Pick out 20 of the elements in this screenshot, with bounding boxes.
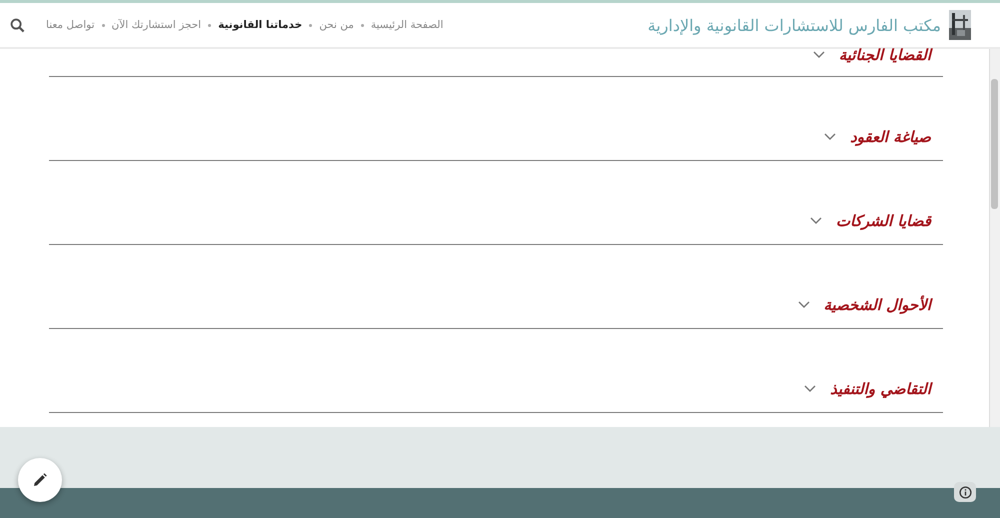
- nav-link[interactable]: خدماتنا القانونية: [218, 19, 302, 31]
- nav-link[interactable]: احجز استشارتك الآن: [112, 19, 202, 31]
- accordion-header[interactable]: قضايا الشركات: [810, 212, 943, 244]
- pencil-icon: [32, 472, 48, 488]
- accordion-header[interactable]: القضايا الجنائية: [812, 46, 943, 76]
- accordion-header[interactable]: الأحوال الشخصية: [798, 296, 943, 328]
- chevron-icon: [810, 217, 822, 225]
- info-button[interactable]: [954, 482, 976, 502]
- chevron-icon: [812, 51, 825, 59]
- nav-link[interactable]: تواصل معنا: [46, 19, 95, 31]
- nav-link[interactable]: الصفحة الرئيسية: [370, 19, 444, 31]
- chevron-icon: [824, 133, 836, 141]
- info-icon: [958, 486, 972, 498]
- scrollbar-thumb[interactable]: [991, 79, 998, 209]
- accordion-header[interactable]: صياغة العقود: [824, 128, 943, 160]
- chevron-icon: [804, 385, 816, 393]
- accordion-header[interactable]: التقاضي والتنفيذ: [804, 380, 943, 412]
- search-icon[interactable]: [10, 18, 25, 32]
- chevron-icon: [798, 301, 810, 309]
- nav-link[interactable]: من نحن: [319, 19, 354, 31]
